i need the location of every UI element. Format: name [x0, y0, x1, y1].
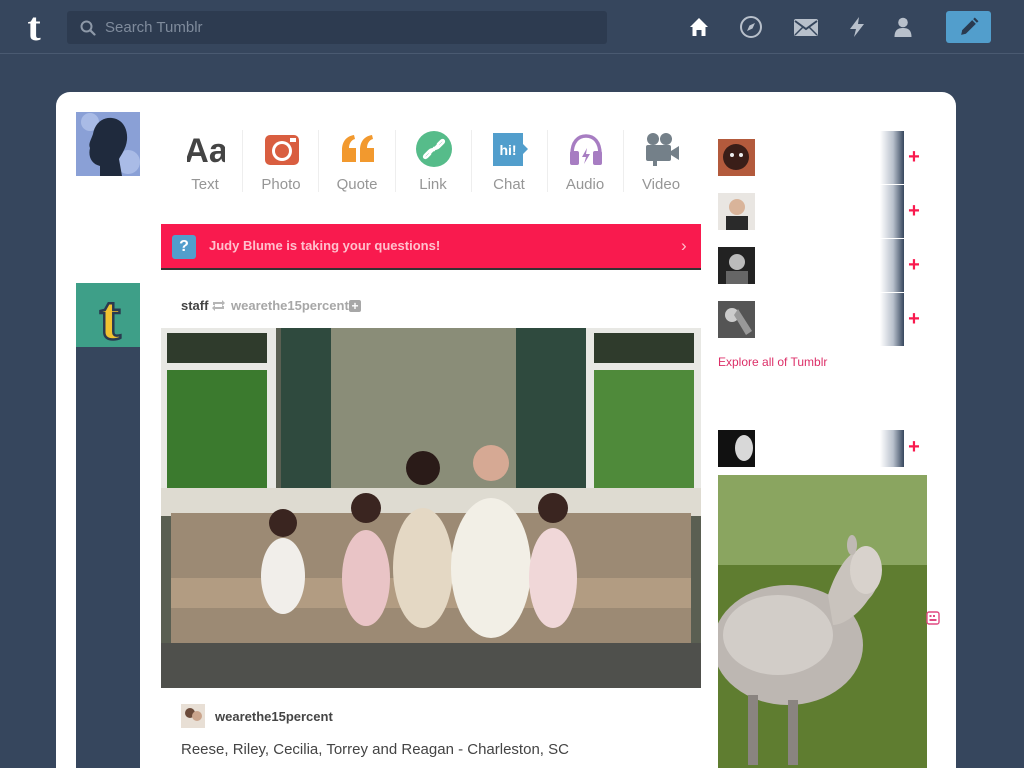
post-type-label: Text [191, 176, 219, 193]
post-type-quote[interactable]: Quote [319, 128, 395, 198]
compose-button[interactable] [946, 11, 991, 43]
follow-recommended-button[interactable]: + [906, 308, 922, 331]
follow-recommended-button[interactable]: + [906, 200, 922, 223]
pencil-icon [961, 17, 979, 35]
post-type-photo[interactable]: Photo [243, 128, 319, 198]
post-type-label: Quote [336, 176, 378, 193]
avatar-thumbnail-icon [718, 139, 755, 176]
search-icon [80, 20, 96, 36]
follow-recommended-button[interactable]: + [906, 436, 922, 459]
family-photo-image [161, 328, 701, 688]
post-author-link[interactable]: staff [181, 298, 208, 313]
user-silhouette-icon [76, 112, 140, 176]
post-type-label: Link [419, 176, 447, 193]
chat-icon: hi! [493, 133, 528, 166]
tumblr-t-logo-icon: t [76, 281, 140, 354]
post-type-link[interactable]: Link [395, 128, 471, 198]
activity-icon[interactable] [845, 15, 869, 39]
recommended-blog-avatar[interactable] [718, 193, 755, 230]
recommended-blog-fade [880, 185, 904, 238]
radar-post-image[interactable] [718, 475, 927, 768]
post-type-label: Video [641, 176, 681, 193]
post-photo[interactable] [161, 328, 701, 688]
video-camera-icon [646, 133, 679, 166]
recommended-blog-avatar[interactable] [718, 430, 755, 467]
svg-text:t: t [99, 283, 121, 347]
quote-icon [342, 135, 374, 162]
recommended-blog-avatar[interactable] [718, 247, 755, 284]
post-type-chat[interactable]: hi! Chat [471, 128, 547, 198]
left-avatar-column [76, 347, 140, 768]
post-type-label: Audio [565, 176, 605, 193]
caption-author-link[interactable]: wearethe15percent [215, 709, 333, 724]
svg-text:t: t [27, 7, 41, 47]
keyboard-shortcuts-icon[interactable] [926, 611, 940, 625]
avatar-thumbnail-icon [718, 193, 755, 230]
staff-avatar[interactable]: t [76, 281, 140, 354]
svg-text:Aa: Aa [187, 132, 225, 168]
search-input[interactable] [105, 11, 595, 44]
question-icon: ? [172, 235, 196, 259]
inbox-icon[interactable] [793, 15, 819, 39]
announcement-banner[interactable]: ? Judy Blume is taking your questions! › [161, 224, 701, 270]
post-type-video[interactable]: Video [623, 128, 699, 198]
recommended-blog-fade [880, 239, 904, 292]
post-type-audio[interactable]: Audio [547, 128, 623, 198]
follow-recommended-button[interactable]: + [906, 254, 922, 277]
post-type-label: Photo [261, 176, 301, 193]
post-type-text[interactable]: Aa Text [167, 128, 243, 198]
avatar-thumbnail-icon [181, 704, 205, 728]
search-bar[interactable] [67, 11, 607, 44]
post-type-label: Chat [493, 176, 525, 193]
banner-text: Judy Blume is taking your questions! [209, 238, 441, 253]
explore-all-link[interactable]: Explore all of Tumblr [718, 355, 827, 369]
home-icon[interactable] [687, 15, 711, 39]
caption-avatar[interactable] [181, 704, 205, 728]
reblogged-from-link[interactable]: wearethe15percent [231, 298, 349, 313]
avatar-thumbnail-icon [718, 301, 755, 338]
chevron-right-icon: › [681, 236, 687, 255]
top-navigation-bar: t [0, 0, 1024, 54]
text-icon: Aa [187, 132, 225, 168]
explore-icon[interactable] [739, 15, 763, 39]
recommended-blog-avatar[interactable] [718, 139, 755, 176]
reblog-icon [212, 300, 225, 311]
sheep-photo-image [718, 475, 927, 768]
avatar-thumbnail-icon [718, 430, 755, 467]
svg-text:hi!: hi! [499, 142, 516, 158]
post-caption: Reese, Riley, Cecilia, Torrey and Reagan… [181, 741, 569, 758]
follow-plus-icon[interactable]: + [349, 300, 361, 312]
tumblr-logo-icon[interactable]: t [18, 7, 50, 47]
link-icon [416, 131, 452, 167]
user-avatar[interactable] [76, 112, 140, 176]
follow-recommended-button[interactable]: + [906, 146, 922, 169]
camera-icon [265, 135, 299, 165]
recommended-blog-fade [880, 293, 904, 346]
account-icon[interactable] [891, 15, 915, 39]
headphones-icon [570, 134, 602, 165]
recommended-blog-avatar[interactable] [718, 301, 755, 338]
avatar-thumbnail-icon [718, 247, 755, 284]
recommended-blog-fade [880, 131, 904, 184]
recommended-blog-fade [880, 430, 904, 467]
